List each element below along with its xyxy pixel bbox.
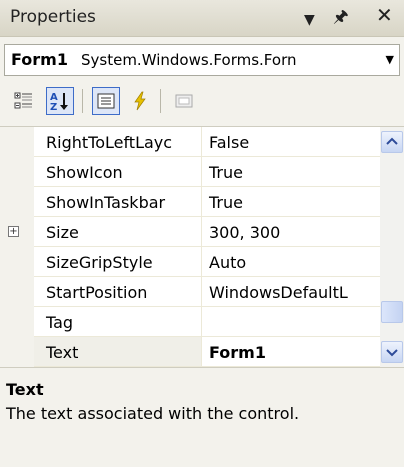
title-bar: Properties ▼ 🖈 ✕ bbox=[0, 0, 404, 37]
object-name: Form1 bbox=[11, 50, 68, 69]
property-name[interactable]: SizeGripStyle bbox=[34, 247, 202, 277]
property-value[interactable]: True bbox=[202, 157, 380, 187]
property-row[interactable]: + Size 300, 300 bbox=[0, 217, 380, 247]
object-type: System.Windows.Forms.Forn bbox=[81, 51, 297, 69]
property-row[interactable]: SizeGripStyle Auto bbox=[0, 247, 380, 277]
alphabetical-button[interactable]: A Z bbox=[46, 87, 74, 115]
property-pages-button[interactable] bbox=[170, 87, 198, 115]
chevron-up-icon bbox=[386, 137, 398, 145]
property-value[interactable]: 300, 300 bbox=[202, 217, 380, 247]
window-title: Properties bbox=[10, 7, 96, 27]
description-pane: Text The text associated with the contro… bbox=[0, 368, 404, 467]
alphabetical-icon: A Z bbox=[50, 92, 68, 112]
toolbar: A Z bbox=[0, 80, 404, 124]
toolbar-separator bbox=[160, 89, 161, 113]
property-grid: RightToLeftLayc False ShowIcon True ShowInTa… bbox=[0, 126, 404, 368]
property-value[interactable]: Auto bbox=[202, 247, 380, 277]
chevron-down-icon bbox=[386, 349, 398, 357]
categorized-icon bbox=[14, 92, 32, 109]
events-icon bbox=[134, 91, 146, 111]
property-row[interactable]: Text Form1 bbox=[0, 337, 380, 367]
description-title: Text bbox=[6, 380, 44, 399]
property-value[interactable]: True bbox=[202, 187, 380, 217]
property-name[interactable]: Text bbox=[34, 337, 202, 367]
property-row[interactable]: Tag bbox=[0, 307, 380, 337]
scroll-down-button[interactable] bbox=[381, 341, 403, 363]
properties-button[interactable] bbox=[92, 87, 120, 115]
expand-icon[interactable]: + bbox=[8, 226, 19, 237]
property-row[interactable]: RightToLeftLayc False bbox=[0, 127, 380, 157]
vertical-scrollbar[interactable] bbox=[380, 127, 404, 367]
pin-icon[interactable]: 🖈 bbox=[333, 5, 349, 29]
chevron-down-icon[interactable]: ▼ bbox=[386, 53, 394, 66]
categorized-button[interactable] bbox=[10, 87, 38, 115]
property-value[interactable]: WindowsDefaultL bbox=[202, 277, 380, 307]
close-icon[interactable]: ✕ bbox=[376, 3, 393, 27]
scroll-up-button[interactable] bbox=[381, 131, 403, 153]
properties-window: Properties ▼ 🖈 ✕ Form1 System.Windows.Fo… bbox=[0, 0, 404, 467]
property-name[interactable]: ShowInTaskbar bbox=[34, 187, 202, 217]
property-value[interactable] bbox=[202, 307, 380, 337]
toolbar-separator bbox=[82, 89, 83, 113]
property-pages-icon bbox=[175, 94, 193, 108]
property-row[interactable]: ShowIcon True bbox=[0, 157, 380, 187]
description-text: The text associated with the control. bbox=[6, 404, 300, 423]
property-row[interactable]: StartPosition WindowsDefaultL bbox=[0, 277, 380, 307]
property-row[interactable]: ShowInTaskbar True bbox=[0, 187, 380, 217]
object-selector[interactable]: Form1 System.Windows.Forms.Forn ▼ bbox=[4, 44, 400, 76]
property-name[interactable]: Tag bbox=[34, 307, 202, 337]
svg-text:Z: Z bbox=[50, 102, 57, 112]
property-name[interactable]: ShowIcon bbox=[34, 157, 202, 187]
property-name[interactable]: Size bbox=[34, 217, 202, 247]
events-button[interactable] bbox=[126, 87, 154, 115]
property-value[interactable]: Form1 bbox=[202, 337, 380, 367]
properties-icon bbox=[97, 93, 115, 109]
property-name[interactable]: StartPosition bbox=[34, 277, 202, 307]
property-value[interactable]: False bbox=[202, 127, 380, 157]
scroll-thumb[interactable] bbox=[381, 301, 403, 323]
window-position-dropdown-icon[interactable]: ▼ bbox=[304, 8, 315, 32]
property-name[interactable]: RightToLeftLayc bbox=[34, 127, 202, 157]
